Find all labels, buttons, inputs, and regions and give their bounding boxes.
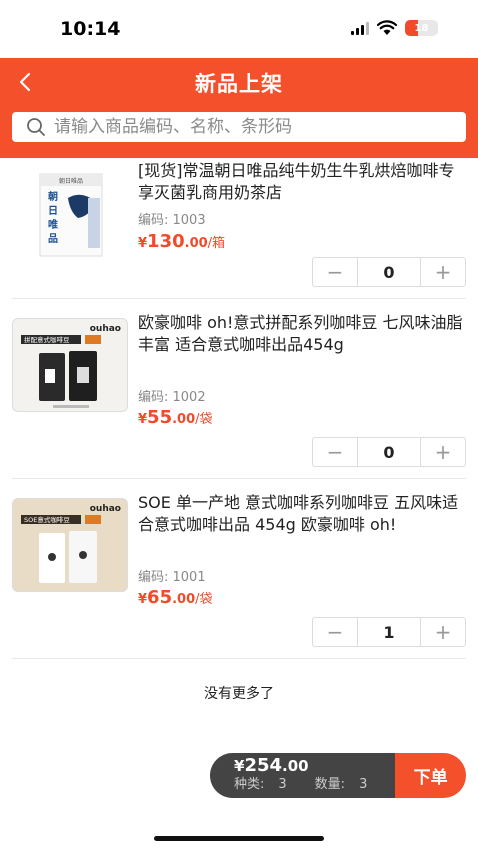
quantity-total: 3 (359, 777, 368, 792)
quantity-label: 数量: (314, 777, 346, 792)
battery-level: 18 (414, 22, 429, 34)
image-banner: SOE意式咖啡豆 (24, 515, 70, 524)
search-input[interactable] (54, 117, 466, 137)
product-name: SOE 单一产地 意式咖啡系列咖啡豆 五风味适合意式咖啡出品 454g 欧豪咖啡… (138, 493, 459, 534)
product-name: [现货]常温朝日唯品纯牛奶生牛乳烘焙咖啡专享灭菌乳商用奶茶店 (138, 161, 455, 202)
svg-text:唯: 唯 (48, 218, 58, 231)
page-title: 新品上架 (195, 72, 283, 96)
decrease-button[interactable]: − (313, 438, 357, 466)
svg-text:日: 日 (48, 205, 58, 217)
product-code: 编码: 1003 (138, 213, 206, 228)
battery-icon: 18 (405, 20, 438, 36)
decrease-button[interactable]: − (313, 618, 357, 646)
product-image[interactable]: ouhao 拼配意式咖啡豆 (12, 318, 128, 412)
status-icons: 18 (351, 20, 438, 36)
place-order-button[interactable]: 下单 (395, 753, 466, 798)
home-indicator (154, 836, 324, 841)
product-code: 编码: 1001 (138, 570, 206, 585)
product-code: 编码: 1002 (138, 390, 206, 405)
cart-total: ¥254.00 (234, 755, 309, 776)
search-icon (27, 118, 45, 136)
divider (12, 478, 466, 479)
image-brand: 朝日唯品 (59, 177, 83, 185)
quantity-stepper[interactable]: − 1 + (312, 617, 466, 647)
quantity-value[interactable]: 0 (357, 438, 421, 466)
cart-bar: ¥254.00 种类: 3 数量: 3 下单 (210, 753, 466, 798)
increase-button[interactable]: + (421, 258, 465, 286)
wifi-icon (377, 20, 397, 35)
product-item[interactable]: ouhao SOE意式咖啡豆 SOE 单一产地 意式咖啡系列咖啡豆 五风味适合意… (12, 488, 466, 658)
increase-button[interactable]: + (421, 438, 465, 466)
cart-meta: 种类: 3 数量: 3 (234, 776, 395, 794)
quantity-stepper[interactable]: − 0 + (312, 437, 466, 467)
decrease-button[interactable]: − (313, 258, 357, 286)
header: 新品上架 (0, 58, 478, 158)
image-brand: ouhao (90, 504, 121, 514)
product-image[interactable]: 朝日唯品 朝 日 唯 品 (12, 168, 128, 262)
signal-icon (351, 21, 369, 35)
svg-text:品: 品 (48, 233, 58, 245)
increase-button[interactable]: + (421, 618, 465, 646)
image-banner: 拼配意式咖啡豆 (24, 335, 70, 344)
svg-text:朝: 朝 (48, 190, 58, 203)
image-brand: ouhao (90, 324, 121, 334)
search-box[interactable] (12, 112, 466, 142)
cart-summary[interactable]: ¥254.00 种类: 3 数量: 3 (210, 753, 396, 798)
quantity-stepper[interactable]: − 0 + (312, 257, 466, 287)
product-image[interactable]: ouhao SOE意式咖啡豆 (12, 498, 128, 592)
divider (12, 298, 466, 299)
divider (12, 658, 466, 659)
quantity-value[interactable]: 0 (357, 258, 421, 286)
status-bar: 10:14 18 (0, 0, 478, 58)
product-item[interactable]: ouhao 拼配意式咖啡豆 欧豪咖啡 oh!意式拼配系列咖啡豆 七风味油脂丰富 … (12, 308, 466, 478)
status-time: 10:14 (60, 18, 121, 40)
product-price: ¥65.00/袋 (138, 587, 213, 608)
list-end-text: 没有更多了 (204, 686, 274, 702)
quantity-value[interactable]: 1 (357, 618, 421, 646)
product-price: ¥55.00/袋 (138, 407, 213, 428)
product-name: 欧豪咖啡 oh!意式拼配系列咖啡豆 七风味油脂丰富 适合意式咖啡出品454g (138, 313, 463, 354)
categories-value: 3 (278, 777, 287, 792)
product-item[interactable]: 朝日唯品 朝 日 唯 品 [现货]常温朝日唯品纯牛奶生牛乳烘焙咖啡专享灭菌乳商用… (12, 158, 466, 298)
product-price: ¥130.00/箱 (138, 231, 226, 252)
categories-label: 种类: (234, 777, 265, 792)
